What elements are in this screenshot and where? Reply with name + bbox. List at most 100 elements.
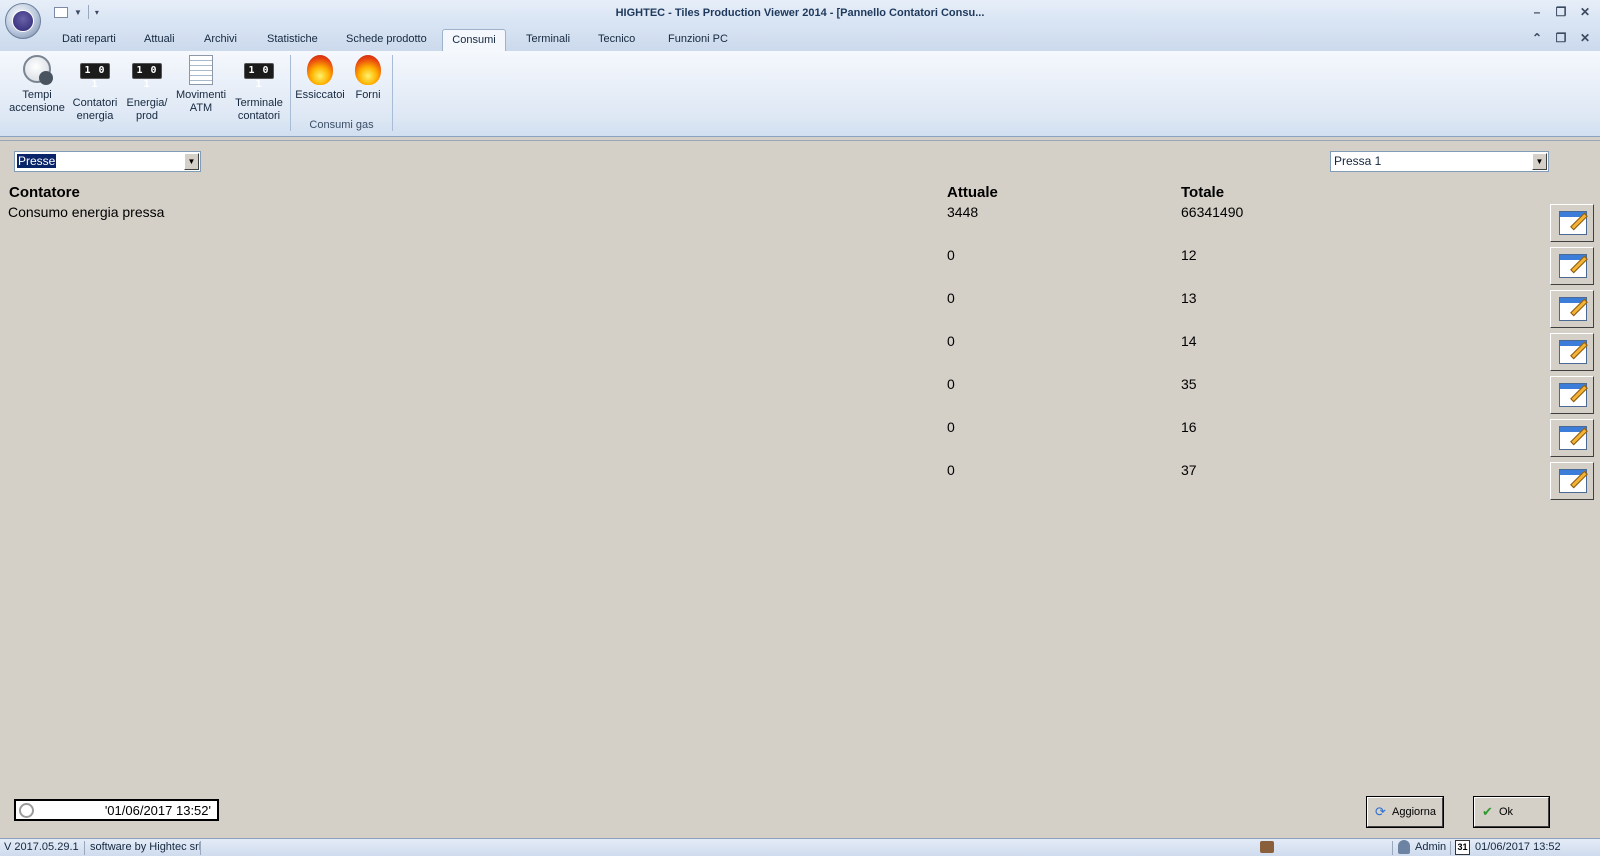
- ok-button[interactable]: ✔ Ok: [1473, 796, 1550, 828]
- button-label: contatori: [237, 110, 281, 122]
- row-contatore: Consumo energia pressa: [8, 204, 165, 220]
- tab-attuali[interactable]: Attuali: [140, 29, 179, 51]
- row-totale: 16: [1181, 419, 1197, 435]
- button-label: Tempi: [22, 89, 52, 101]
- separator: [200, 841, 201, 855]
- edit-counter-button[interactable]: [1550, 247, 1594, 285]
- tab-statistiche[interactable]: Statistiche: [263, 29, 322, 51]
- contatori-energia-button[interactable]: 1 0 1 Contatori energia: [71, 55, 119, 123]
- refresh-icon: ⟳: [1375, 804, 1386, 819]
- separator: [1392, 841, 1393, 855]
- tray-icon[interactable]: [1260, 841, 1274, 853]
- ribbon-panel: Tempi accensione 1 0 1 Contatori energia…: [0, 51, 1600, 137]
- clock-icon: [19, 803, 34, 818]
- tab-archivi[interactable]: Archivi: [200, 29, 241, 51]
- checkmark-icon: ✔: [1482, 804, 1493, 819]
- restore-icon[interactable]: ❐: [1554, 5, 1568, 19]
- button-label: Energia/: [126, 97, 168, 109]
- user-label: Admin: [1415, 841, 1447, 853]
- ok-button-label: Ok: [1499, 806, 1514, 818]
- datetime-field-value: '01/06/2017 13:52': [104, 803, 211, 818]
- clock-icon: [23, 55, 53, 85]
- window-title: HIGHTEC - Tiles Production Viewer 2014 -…: [615, 7, 985, 19]
- energia-prod-button[interactable]: 1 0 1 Energia/ prod: [124, 55, 170, 123]
- button-label: prod: [135, 110, 159, 122]
- close-icon[interactable]: ✕: [1578, 5, 1592, 19]
- column-header-contatore: Contatore: [9, 184, 80, 201]
- button-label: Movimenti: [175, 89, 227, 101]
- row-totale: 35: [1181, 376, 1197, 392]
- row-totale: 13: [1181, 290, 1197, 306]
- mdi-close-icon[interactable]: ✕: [1578, 31, 1592, 45]
- tab-consumi[interactable]: Consumi: [442, 29, 506, 51]
- forni-button[interactable]: Forni: [350, 55, 386, 102]
- app-logo-icon: [12, 10, 34, 32]
- counter-icon: 1 0 1: [132, 63, 162, 90]
- ribbon-tabs: Dati reparti Attuali Archivi Statistiche…: [0, 26, 1600, 51]
- row-totale: 12: [1181, 247, 1197, 263]
- tempi-accensione-button[interactable]: Tempi accensione: [8, 55, 66, 115]
- mdi-controls: ⌃ ❐ ✕: [1530, 31, 1592, 45]
- separator: [84, 841, 85, 855]
- tab-dati-reparti[interactable]: Dati reparti: [58, 29, 120, 51]
- machine-select-value: Pressa 1: [1334, 154, 1382, 168]
- group-separator: [392, 55, 393, 131]
- minimize-icon[interactable]: –: [1530, 5, 1544, 19]
- row-attuale: 0: [947, 290, 955, 306]
- column-header-totale: Totale: [1181, 184, 1225, 201]
- credits-label: software by Hightec srl: [90, 841, 202, 853]
- terminale-contatori-button[interactable]: 1 0 1 Terminale contatori: [233, 55, 285, 123]
- button-label: accensione: [9, 102, 65, 114]
- button-label: Contatori: [72, 97, 118, 109]
- collapse-ribbon-icon[interactable]: ⌃: [1530, 31, 1544, 45]
- status-datetime: 01/06/2017 13:52: [1475, 841, 1561, 853]
- row-attuale: 0: [947, 462, 955, 478]
- refresh-button-label: Aggiorna: [1392, 806, 1437, 818]
- row-attuale: 0: [947, 333, 955, 349]
- row-totale: 37: [1181, 462, 1197, 478]
- title-bar: ▼ ▾ HIGHTEC - Tiles Production Viewer 20…: [0, 0, 1600, 26]
- counters-panel: Presse ▼ Pressa 1 ▼ Contatore Attuale To…: [0, 140, 1600, 828]
- calendar-icon: 31: [1455, 840, 1470, 855]
- refresh-button[interactable]: ⟳ Aggiorna: [1366, 796, 1444, 828]
- group-label-consumi-gas: Consumi gas: [309, 119, 374, 131]
- button-label: Essiccatoi: [295, 89, 345, 101]
- department-select[interactable]: Presse ▼: [14, 151, 201, 172]
- window-controls: – ❐ ✕: [1530, 5, 1592, 19]
- department-select-value: Presse: [17, 154, 57, 168]
- button-label: Forni: [355, 89, 381, 101]
- row-totale: 14: [1181, 333, 1197, 349]
- counter-icon: 1 0 1: [80, 63, 110, 90]
- row-attuale: 3448: [947, 204, 979, 220]
- essiccatoi-button[interactable]: Essiccatoi: [294, 55, 346, 102]
- column-header-attuale: Attuale: [947, 184, 998, 201]
- tab-funzioni-pc[interactable]: Funzioni PC: [664, 29, 732, 51]
- counter-icon: 1 0 1: [244, 63, 274, 90]
- separator: [1450, 841, 1451, 855]
- edit-counter-button[interactable]: [1550, 333, 1594, 371]
- status-bar: V 2017.05.29.1 software by Hightec srl A…: [0, 838, 1600, 856]
- datetime-field[interactable]: '01/06/2017 13:52': [14, 799, 219, 821]
- edit-counter-button[interactable]: [1550, 419, 1594, 457]
- tab-tecnico[interactable]: Tecnico: [594, 29, 639, 51]
- edit-counter-button[interactable]: [1550, 462, 1594, 500]
- movimenti-atm-button[interactable]: Movimenti ATM: [175, 55, 227, 115]
- machine-select[interactable]: Pressa 1 ▼: [1330, 151, 1549, 172]
- row-attuale: 0: [947, 419, 955, 435]
- edit-counter-button[interactable]: [1550, 290, 1594, 328]
- row-attuale: 0: [947, 247, 955, 263]
- mdi-restore-icon[interactable]: ❐: [1554, 31, 1568, 45]
- edit-counter-button[interactable]: [1550, 204, 1594, 242]
- user-icon: [1398, 840, 1410, 854]
- chevron-down-icon[interactable]: ▼: [184, 153, 199, 170]
- tab-terminali[interactable]: Terminali: [522, 29, 574, 51]
- edit-counter-button[interactable]: [1550, 376, 1594, 414]
- app-menu-button[interactable]: [5, 3, 41, 39]
- tab-schede-prodotto[interactable]: Schede prodotto: [342, 29, 431, 51]
- chevron-down-icon[interactable]: ▼: [1532, 153, 1547, 170]
- flame-icon: [307, 55, 333, 85]
- version-label: V 2017.05.29.1: [4, 841, 79, 853]
- button-label: Terminale: [235, 97, 283, 109]
- button-label: ATM: [189, 102, 213, 114]
- spreadsheet-icon: [189, 55, 213, 85]
